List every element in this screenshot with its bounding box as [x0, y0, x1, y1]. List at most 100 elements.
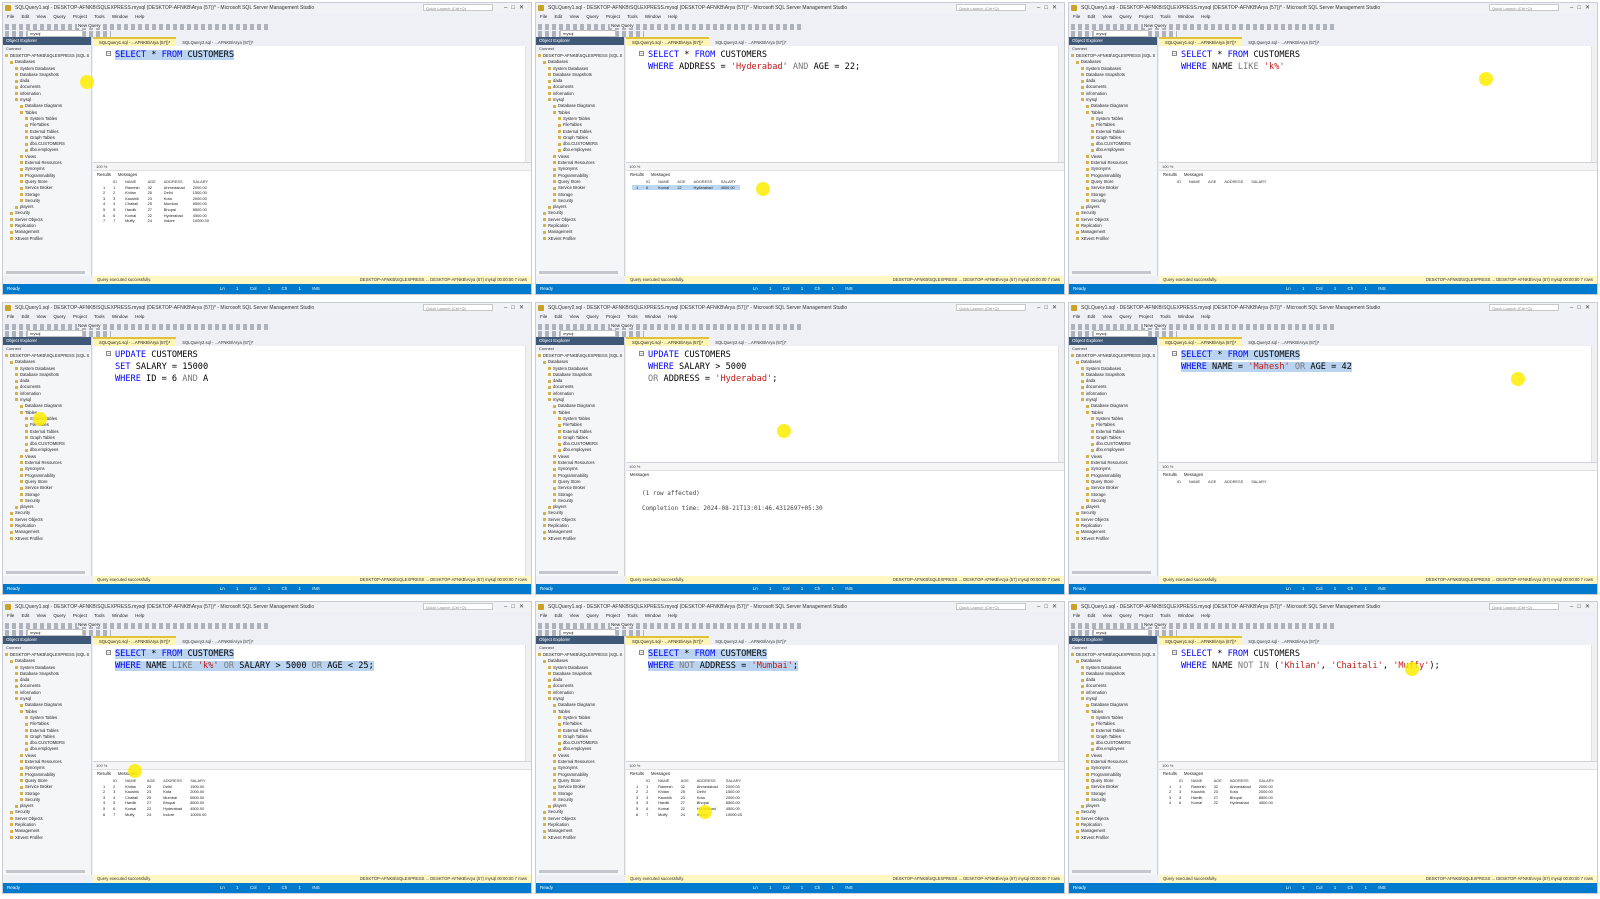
- table-cell[interactable]: 6: [1175, 800, 1187, 806]
- messages-tab[interactable]: Messages: [630, 472, 649, 477]
- table-cell[interactable]: Hyderabad: [159, 806, 186, 812]
- results-tab[interactable]: Results: [1163, 771, 1177, 776]
- menu-bar[interactable]: File Edit View Query Project Tools Windo…: [3, 612, 531, 620]
- zoom-level[interactable]: 100 %: [93, 762, 531, 770]
- table-cell[interactable]: 10000.00: [189, 218, 213, 224]
- zoom-level[interactable]: 100 %: [626, 463, 1064, 471]
- quick-launch-input[interactable]: Quick Launch (Ctrl+Q): [1489, 603, 1559, 610]
- new-query-button[interactable]: New Query: [77, 323, 102, 328]
- column-header[interactable]: ADDRESS: [1220, 179, 1247, 185]
- code-line[interactable]: − SELECT * FROM CUSTOMERS: [1172, 349, 1585, 361]
- tab-query-2[interactable]: SQLQuery2.sql - ...AFNKB\Arya (57))*: [709, 637, 792, 645]
- collapse-icon[interactable]: −: [639, 51, 644, 57]
- window-controls-icon[interactable]: –□✕: [1037, 602, 1061, 612]
- tab-query[interactable]: SQLQuery1.sql - ...AFNKB\Arya (57))*: [93, 337, 177, 346]
- messages-tab[interactable]: Messages: [651, 771, 670, 776]
- sql-code[interactable]: − UPDATE CUSTOMERS WHERE SALARY > 5000 OR A…: [639, 349, 1052, 419]
- table-cell[interactable]: Hyderabad: [689, 184, 717, 191]
- database-select[interactable]: mysql: [27, 330, 83, 337]
- collapse-icon[interactable]: −: [639, 650, 644, 656]
- menu-bar[interactable]: File Edit View Query Project Tools Windo…: [1069, 612, 1597, 620]
- menu-bar[interactable]: File Edit View Query Project Tools Windo…: [536, 612, 1064, 620]
- quick-launch-input[interactable]: Quick Launch (Ctrl+Q): [423, 4, 493, 11]
- database-select[interactable]: mysql: [1093, 330, 1149, 337]
- horizontal-scrollbar[interactable]: [1072, 271, 1151, 274]
- object-explorer-connect[interactable]: Connect: [1069, 644, 1157, 651]
- object-explorer-connect[interactable]: Connect: [1069, 45, 1157, 52]
- tab-query[interactable]: SQLQuery1.sql - ...AFNKB\Arya (57))*: [1159, 337, 1243, 346]
- object-explorer-connect[interactable]: Connect: [3, 345, 91, 352]
- sql-code[interactable]: − SELECT * FROM CUSTOMERS WHERE NAME LIKE …: [1172, 49, 1585, 119]
- horizontal-scrollbar[interactable]: [6, 271, 85, 274]
- new-query-button[interactable]: New Query: [610, 323, 635, 328]
- new-query-button[interactable]: New Query: [1143, 23, 1168, 28]
- new-query-button[interactable]: New Query: [77, 23, 102, 28]
- tab-query[interactable]: SQLQuery1.sql - ...AFNKB\Arya (57))*: [1159, 636, 1243, 645]
- tab-query[interactable]: SQLQuery1.sql - ...AFNKB\Arya (57))*: [626, 337, 710, 346]
- table-cell[interactable]: 22: [1210, 800, 1226, 806]
- quick-launch-input[interactable]: Quick Launch (Ctrl+Q): [956, 4, 1026, 11]
- tree-node[interactable]: XEvent Profiler: [1071, 236, 1157, 242]
- tab-query-2[interactable]: SQLQuery2.sql - ...AFNKB\Arya (57))*: [1242, 338, 1325, 346]
- table-cell[interactable]: 7: [642, 812, 654, 818]
- table-cell[interactable]: 6: [642, 184, 655, 191]
- horizontal-scrollbar[interactable]: [1072, 870, 1151, 873]
- quick-launch-input[interactable]: Quick Launch (Ctrl+Q): [956, 603, 1026, 610]
- tree-node[interactable]: XEvent Profiler: [5, 835, 91, 841]
- table-cell[interactable]: Muffy: [121, 218, 144, 224]
- messages-tab[interactable]: Messages: [1184, 472, 1203, 477]
- sql-code[interactable]: − SELECT * FROM CUSTOMERS: [106, 49, 519, 119]
- table-cell[interactable]: Hyderabad: [1226, 800, 1255, 806]
- new-query-button[interactable]: New Query: [610, 23, 635, 28]
- new-query-button[interactable]: New Query: [77, 622, 102, 627]
- table-cell[interactable]: Indore: [159, 812, 186, 818]
- column-header[interactable]: AGE: [1204, 179, 1220, 185]
- vertical-scrollbar[interactable]: [525, 346, 531, 576]
- messages-tab[interactable]: Messages: [651, 172, 670, 177]
- table-row[interactable]: 67Muffy24Indore10000.00: [99, 812, 210, 818]
- quick-launch-input[interactable]: Quick Launch (Ctrl+Q): [423, 304, 493, 311]
- collapse-icon[interactable]: −: [106, 51, 111, 57]
- tab-query[interactable]: SQLQuery1.sql - ...AFNKB\Arya (57))*: [93, 37, 177, 46]
- table-row[interactable]: 67Muffy24Indore10000.00: [632, 812, 746, 818]
- tab-query[interactable]: SQLQuery1.sql - ...AFNKB\Arya (57))*: [1159, 37, 1243, 46]
- code-line[interactable]: − UPDATE CUSTOMERS: [639, 349, 1052, 361]
- window-controls-icon[interactable]: –□✕: [504, 303, 528, 313]
- tab-query-2[interactable]: SQLQuery2.sql - ...AFNKB\Arya (57))*: [1242, 637, 1325, 645]
- menu-bar[interactable]: File Edit View Query Project Tools Windo…: [3, 313, 531, 321]
- menu-bar[interactable]: File Edit View Query Project Tools Windo…: [536, 313, 1064, 321]
- code-line[interactable]: WHERE SALARY > 5000: [648, 361, 1052, 373]
- table-cell[interactable]: Muffy: [654, 812, 677, 818]
- zoom-level[interactable]: 100 %: [1159, 463, 1597, 471]
- menu-bar[interactable]: File Edit View Query Project Tools Windo…: [1069, 13, 1597, 21]
- code-line[interactable]: − SELECT * FROM CUSTOMERS: [639, 648, 1052, 660]
- code-line[interactable]: − SELECT * FROM CUSTOMERS: [106, 648, 519, 660]
- collapse-icon[interactable]: −: [106, 351, 111, 357]
- collapse-icon[interactable]: −: [106, 650, 111, 656]
- code-line[interactable]: WHERE ADDRESS = 'Hyderabad' AND AGE = 22…: [648, 61, 1052, 73]
- tab-query[interactable]: SQLQuery1.sql - ...AFNKB\Arya (57))*: [93, 636, 177, 645]
- tree-node[interactable]: XEvent Profiler: [1071, 536, 1157, 542]
- table-cell[interactable]: 7: [109, 812, 121, 818]
- table-cell[interactable]: 24: [677, 812, 693, 818]
- window-controls-icon[interactable]: –□✕: [1570, 3, 1594, 13]
- code-line[interactable]: − SELECT * FROM CUSTOMERS: [1172, 648, 1585, 660]
- zoom-level[interactable]: 100 %: [93, 163, 531, 171]
- collapse-icon[interactable]: −: [639, 351, 644, 357]
- database-select[interactable]: mysql: [560, 330, 616, 337]
- results-tab[interactable]: Results: [1163, 472, 1177, 477]
- code-line[interactable]: WHERE NAME LIKE 'k%' OR SALARY > 5000 OR…: [115, 660, 519, 672]
- new-query-button[interactable]: New Query: [1143, 323, 1168, 328]
- database-select[interactable]: mysql: [560, 629, 616, 636]
- table-cell[interactable]: Muffy: [121, 812, 143, 818]
- database-select[interactable]: mysql: [27, 629, 83, 636]
- column-header[interactable]: NAME: [1185, 479, 1204, 485]
- collapse-icon[interactable]: −: [1172, 650, 1177, 656]
- database-select[interactable]: mysql: [27, 30, 83, 37]
- menu-bar[interactable]: File Edit View Query Project Tools Windo…: [3, 13, 531, 21]
- tab-query-2[interactable]: SQLQuery2.sql - ...AFNKB\Arya (57))*: [709, 338, 792, 346]
- new-query-button[interactable]: New Query: [610, 622, 635, 627]
- object-explorer-connect[interactable]: Connect: [536, 345, 624, 352]
- table-cell[interactable]: 10000.00: [722, 812, 746, 818]
- quick-launch-input[interactable]: Quick Launch (Ctrl+Q): [1489, 304, 1559, 311]
